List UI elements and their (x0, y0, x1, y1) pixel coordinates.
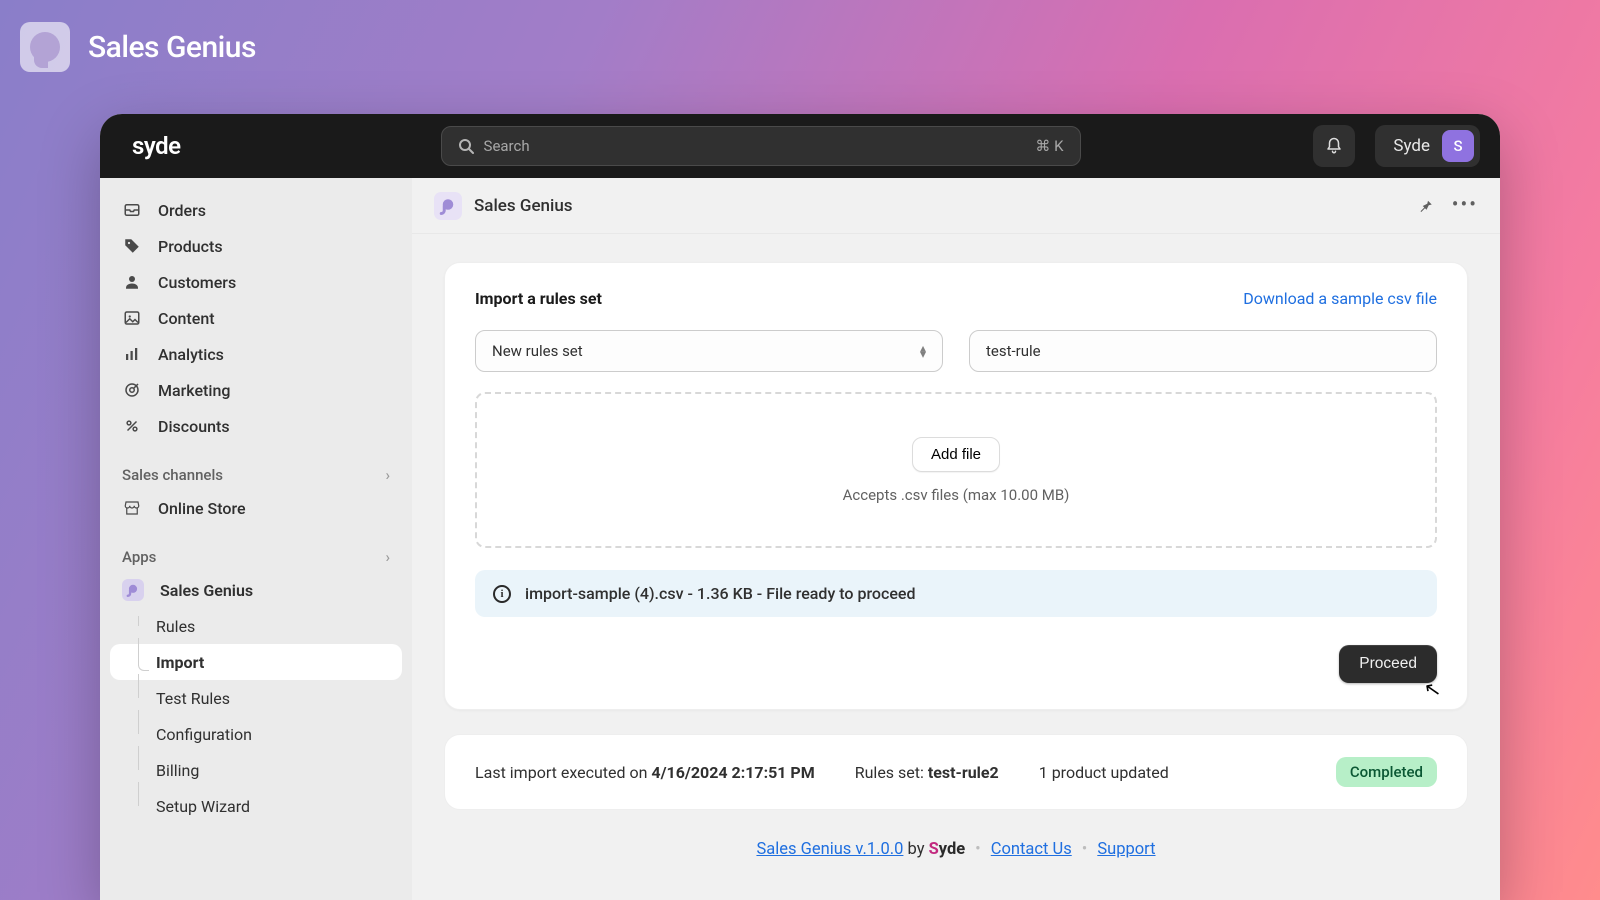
tag-icon (122, 237, 142, 255)
search-input[interactable]: Search ⌘ K (441, 126, 1081, 166)
last-import-time: 4/16/2024 2:17:51 PM (651, 763, 814, 782)
sidebar-item-marketing[interactable]: Marketing (110, 372, 402, 408)
more-button[interactable]: ••• (1452, 197, 1478, 215)
sidebar-item-label: Content (158, 309, 215, 328)
sidebar-sub-setup-wizard[interactable]: Setup Wizard (110, 788, 402, 824)
pin-button[interactable] (1416, 197, 1434, 215)
sidebar-app-label: Sales Genius (160, 581, 253, 600)
sidebar-item-content[interactable]: Content (110, 300, 402, 336)
sidebar-item-label: Setup Wizard (156, 797, 250, 816)
brand-logo: syde (132, 132, 181, 160)
notifications-button[interactable] (1313, 125, 1355, 167)
section-label: Sales channels (122, 466, 223, 484)
app-logo-icon (434, 192, 462, 220)
user-menu[interactable]: Syde S (1375, 125, 1480, 167)
footer-by: by (903, 840, 928, 859)
outer-branding: Sales Genius (20, 22, 256, 72)
sidebar-item-discounts[interactable]: Discounts (110, 408, 402, 444)
sidebar-item-online-store[interactable]: Online Store (110, 490, 402, 526)
sidebar-item-products[interactable]: Products (110, 228, 402, 264)
store-icon (122, 499, 142, 517)
search-placeholder: Search (484, 137, 1036, 155)
target-icon (122, 381, 142, 399)
proceed-button[interactable]: Proceed (1339, 645, 1437, 683)
sidebar-item-orders[interactable]: Orders (110, 192, 402, 228)
sidebar-item-label: Orders (158, 201, 206, 220)
apps-header[interactable]: Apps › (110, 526, 402, 572)
main-content: Sales Genius ••• Import a rules set Down… (412, 178, 1500, 900)
sidebar-item-label: Online Store (158, 499, 246, 518)
info-icon: i (493, 585, 511, 603)
select-caret-icon: ▴▾ (920, 345, 926, 357)
file-info-banner: i import-sample (4).csv - 1.36 KB - File… (475, 570, 1437, 617)
sidebar-sub-billing[interactable]: Billing (110, 752, 402, 788)
input-value: test-rule (986, 342, 1041, 360)
user-name: Syde (1393, 136, 1430, 156)
bell-icon (1325, 137, 1343, 155)
vendor-initial: S (929, 840, 939, 859)
sidebar: Orders Products Customers Content Analyt… (100, 178, 412, 900)
search-icon (458, 138, 474, 154)
sidebar-item-label: Configuration (156, 725, 252, 744)
contact-link[interactable]: Contact Us (991, 840, 1072, 859)
sidebar-item-customers[interactable]: Customers (110, 264, 402, 300)
sidebar-item-label: Billing (156, 761, 199, 780)
page-title: Sales Genius (474, 196, 573, 216)
sidebar-sub-rules[interactable]: Rules (110, 608, 402, 644)
rules-set-name: test-rule2 (928, 763, 999, 782)
sales-channels-header[interactable]: Sales channels › (110, 444, 402, 490)
sidebar-item-label: Test Rules (156, 689, 230, 708)
support-link[interactable]: Support (1097, 840, 1155, 859)
add-file-button[interactable]: Add file (912, 437, 1000, 472)
dropzone-hint: Accepts .csv files (max 10.00 MB) (843, 486, 1070, 504)
app-logo-icon (20, 22, 70, 72)
updated-count: 1 product updated (1039, 763, 1169, 782)
file-dropzone[interactable]: Add file Accepts .csv files (max 10.00 M… (475, 392, 1437, 548)
sidebar-item-label: Marketing (158, 381, 230, 400)
last-import-prefix: Last import executed on (475, 763, 651, 782)
rules-set-prefix: Rules set: (855, 763, 928, 782)
outer-title: Sales Genius (88, 30, 256, 65)
section-label: Apps (122, 548, 156, 566)
chevron-right-icon: › (385, 466, 390, 484)
download-sample-link[interactable]: Download a sample csv file (1243, 289, 1437, 308)
last-import-card: Last import executed on 4/16/2024 2:17:5… (444, 734, 1468, 810)
sidebar-item-label: Import (156, 653, 204, 672)
select-value: New rules set (492, 342, 583, 360)
sidebar-app-sales-genius[interactable]: Sales Genius (110, 572, 402, 608)
sidebar-item-label: Discounts (158, 417, 230, 436)
inbox-icon (122, 201, 142, 219)
bar-chart-icon (122, 345, 142, 363)
sidebar-item-label: Products (158, 237, 223, 256)
footer: Sales Genius v.1.0.0 by Syde•Contact Us•… (444, 834, 1468, 859)
app-logo-icon (122, 579, 144, 601)
sidebar-item-label: Customers (158, 273, 236, 292)
import-card-title: Import a rules set (475, 289, 602, 308)
person-icon (122, 273, 142, 291)
sidebar-item-label: Analytics (158, 345, 224, 364)
rules-set-select[interactable]: New rules set ▴▾ (475, 330, 943, 372)
status-badge: Completed (1336, 757, 1437, 787)
avatar: S (1442, 130, 1474, 162)
import-card: Import a rules set Download a sample csv… (444, 262, 1468, 710)
sidebar-item-label: Rules (156, 617, 195, 636)
page-header: Sales Genius ••• (412, 178, 1500, 234)
topbar: syde Search ⌘ K Syde S (100, 114, 1500, 178)
rules-set-name-input[interactable]: test-rule (969, 330, 1437, 372)
search-shortcut: ⌘ K (1035, 137, 1063, 155)
version-link[interactable]: Sales Genius v.1.0.0 (756, 840, 903, 859)
chevron-right-icon: › (385, 548, 390, 566)
app-window: syde Search ⌘ K Syde S Orders (100, 114, 1500, 900)
sidebar-item-analytics[interactable]: Analytics (110, 336, 402, 372)
sidebar-sub-configuration[interactable]: Configuration (110, 716, 402, 752)
sidebar-sub-import[interactable]: Import (110, 644, 402, 680)
banner-text: import-sample (4).csv - 1.36 KB - File r… (525, 584, 915, 603)
image-icon (122, 309, 142, 327)
sidebar-sub-test-rules[interactable]: Test Rules (110, 680, 402, 716)
percent-icon (122, 417, 142, 435)
